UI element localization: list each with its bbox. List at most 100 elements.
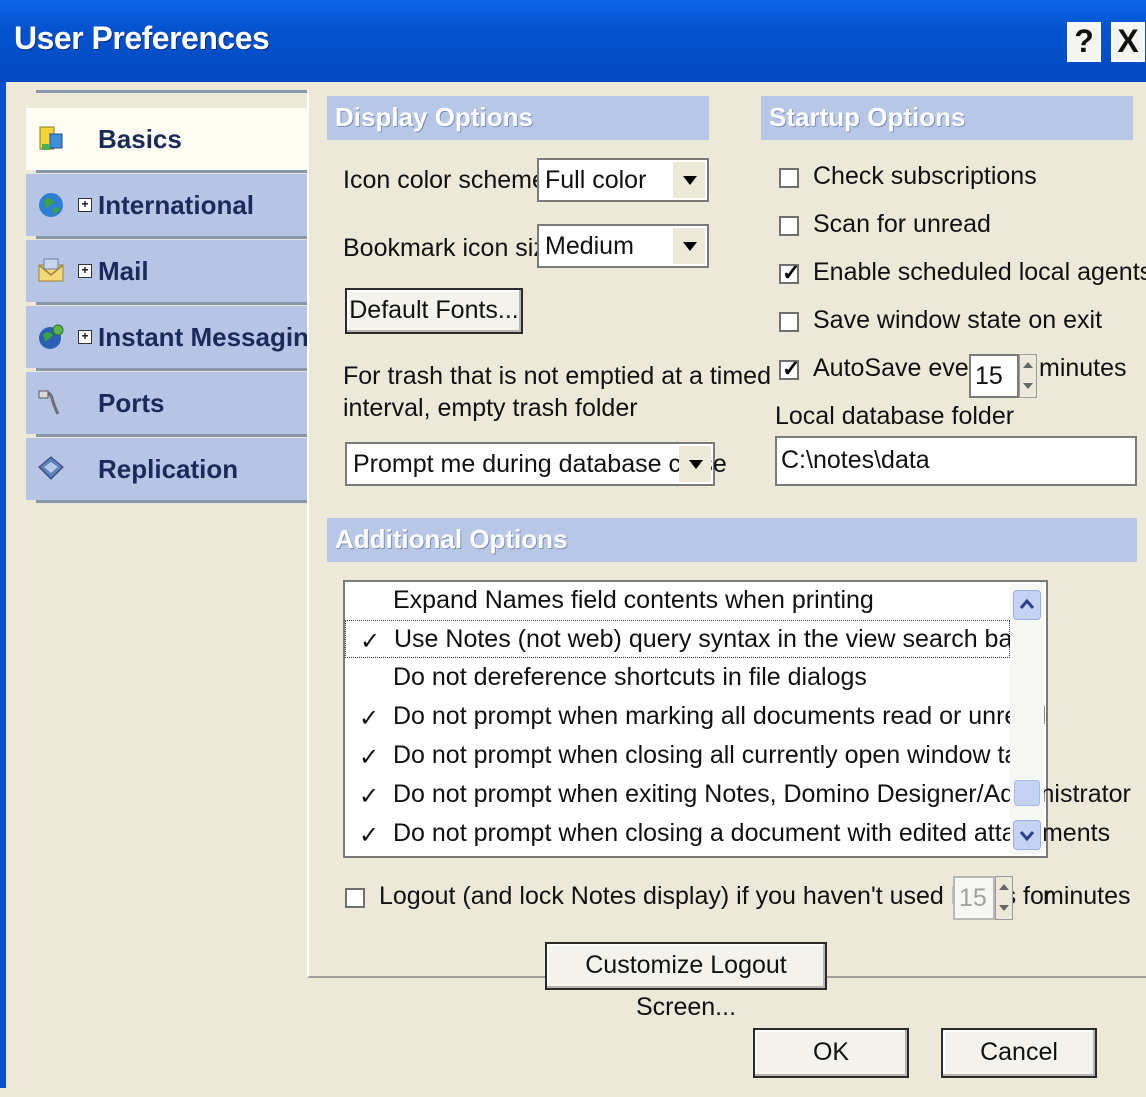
bookmark-icon-size-select[interactable]: Medium [537, 224, 709, 268]
additional-options-list[interactable]: Expand Names field contents when printin… [343, 580, 1131, 858]
scroll-thumb[interactable] [1014, 780, 1040, 806]
autosave-minutes-label: minutes [1039, 354, 1127, 382]
sidebar-divider [36, 434, 310, 437]
trash-folder-select[interactable]: Prompt me during database close [345, 442, 727, 486]
sidebar: Basics + International + Mail + Instant … [6, 90, 325, 508]
save-window-state-checkbox[interactable] [779, 312, 799, 332]
list-item[interactable]: ✓ Do not prompt when closing all current… [345, 737, 1045, 775]
list-item[interactable]: ✓ Do not prompt when closing a document … [345, 815, 1110, 853]
startup-options-header: Startup Options [761, 96, 1133, 140]
trash-label: For trash that is not emptied at a timed [343, 362, 771, 390]
sidebar-item-ports[interactable]: Ports [26, 372, 310, 434]
scan-for-unread-checkbox[interactable] [779, 216, 799, 236]
sidebar-item-label: Replication [98, 454, 239, 484]
checkmark-icon: ✓ [359, 783, 380, 810]
list-item[interactable]: Expand Names field contents when printin… [345, 582, 1010, 620]
basics-panel: Display Options Icon color scheme Full c… [307, 90, 1146, 1021]
default-fonts-button[interactable]: Default Fonts... [345, 288, 523, 334]
list-scrollbar[interactable] [1010, 584, 1044, 854]
sidebar-divider [36, 500, 310, 503]
sidebar-item-label: Instant Messaging [98, 322, 325, 352]
logout-checkbox[interactable] [345, 888, 365, 908]
list-item[interactable]: ✓ Do not prompt when marking all documen… [345, 698, 1046, 736]
sidebar-item-label: International [98, 190, 255, 220]
sidebar-item-instant-messaging[interactable]: + Instant Messaging [26, 306, 325, 368]
sidebar-item-label: Basics [98, 124, 182, 154]
title-bar[interactable]: User Preferences ? X [0, 0, 1146, 82]
sidebar-item-label: Ports [98, 388, 165, 418]
window-bottom-edge [0, 1088, 1146, 1097]
logout-minutes-input[interactable]: 15 [953, 876, 995, 920]
icon-color-scheme-select[interactable]: Full color [537, 158, 709, 202]
customize-logout-screen-button[interactable]: Customize Logout Screen... [545, 942, 827, 1021]
local-db-folder-input[interactable]: C:\notes\data [775, 436, 1137, 486]
list-item[interactable]: ✓ Use Notes (not web) query syntax in th… [345, 620, 1021, 658]
globe-icon [39, 193, 63, 217]
check-subscriptions-label: Check subscriptions [813, 162, 1037, 190]
spin-up-icon[interactable] [1023, 362, 1033, 368]
list-item[interactable]: Do not dereference shortcuts in file dia… [345, 659, 1010, 697]
replication-icon [38, 456, 64, 480]
bookmark-icon-size-label: Bookmark icon size [343, 234, 560, 262]
user-preferences-dialog: User Preferences ? X Basics + Internatio… [0, 0, 1146, 1097]
logout-spinner[interactable] [995, 876, 1013, 920]
mail-icon [38, 258, 64, 282]
expand-icon[interactable]: + [78, 264, 92, 278]
autosave-minutes-input[interactable]: 15 [969, 354, 1019, 398]
autosave-checkbox[interactable]: ✓ [779, 356, 800, 381]
sidebar-divider [36, 368, 310, 371]
sidebar-item-international[interactable]: + International [26, 174, 310, 236]
bookmark-icon-size-value: Medium [545, 232, 634, 260]
scroll-down-button[interactable] [1013, 820, 1041, 850]
additional-options-header: Additional Options [327, 518, 1137, 562]
list-item-label: Do not prompt when closing all currently… [393, 741, 1045, 769]
spin-up-icon[interactable] [999, 884, 1009, 890]
sidebar-item-basics[interactable]: Basics [26, 108, 310, 170]
sidebar-divider [36, 90, 310, 93]
display-options-header: Display Options [327, 96, 709, 140]
sidebar-divider [36, 236, 310, 239]
icon-color-scheme-value: Full color [545, 166, 647, 194]
cancel-button[interactable]: Cancel [941, 1028, 1097, 1078]
basics-icon [39, 126, 63, 150]
spin-down-icon[interactable] [999, 905, 1009, 911]
checkmark-icon: ✓ [782, 260, 801, 285]
close-button[interactable]: X [1111, 22, 1145, 62]
help-button[interactable]: ? [1067, 22, 1101, 62]
expand-icon[interactable]: + [78, 198, 92, 212]
sidebar-divider [36, 302, 310, 305]
checkmark-icon: ✓ [359, 705, 380, 732]
scan-for-unread-label: Scan for unread [813, 210, 991, 238]
ok-button[interactable]: OK [753, 1028, 909, 1078]
check-subscriptions-checkbox[interactable] [779, 168, 799, 188]
window-title: User Preferences [14, 20, 270, 56]
logout-label: Logout (and lock Notes display) if you h… [379, 882, 1053, 910]
scroll-up-button[interactable] [1013, 590, 1041, 620]
checkmark-icon: ✓ [359, 822, 380, 849]
list-item[interactable]: ✓ Do not prompt when exiting Notes, Domi… [345, 776, 1131, 814]
dropdown-arrow-icon[interactable] [679, 446, 711, 482]
local-db-folder-label: Local database folder [775, 402, 1015, 430]
checkmark-icon: ✓ [360, 628, 381, 655]
enable-local-agents-checkbox[interactable]: ✓ [779, 260, 800, 285]
sidebar-item-replication[interactable]: Replication [26, 438, 310, 500]
sidebar-item-mail[interactable]: + Mail [26, 240, 310, 302]
checkmark-icon: ✓ [782, 356, 801, 381]
logout-minutes-value: 15 [959, 884, 987, 912]
instant-messaging-icon [39, 324, 64, 349]
list-item-label: Do not prompt when closing a document wi… [393, 819, 1111, 847]
logout-minutes-label: minutes [1043, 882, 1131, 910]
checkmark-icon: ✓ [359, 744, 380, 771]
autosave-minutes-value: 15 [975, 362, 1003, 390]
dropdown-arrow-icon[interactable] [673, 162, 705, 198]
chevron-up-icon [1019, 598, 1035, 609]
save-window-state-label: Save window state on exit [813, 306, 1103, 334]
dropdown-arrow-icon[interactable] [673, 228, 705, 264]
expand-icon[interactable]: + [78, 330, 92, 344]
list-item-label: Do not dereference shortcuts in file dia… [393, 663, 867, 691]
sidebar-divider [36, 170, 310, 173]
spin-down-icon[interactable] [1023, 383, 1033, 389]
autosave-label: AutoSave every [813, 354, 990, 382]
autosave-spinner[interactable] [1019, 354, 1037, 398]
enable-local-agents-label: Enable scheduled local agents [813, 258, 1146, 286]
